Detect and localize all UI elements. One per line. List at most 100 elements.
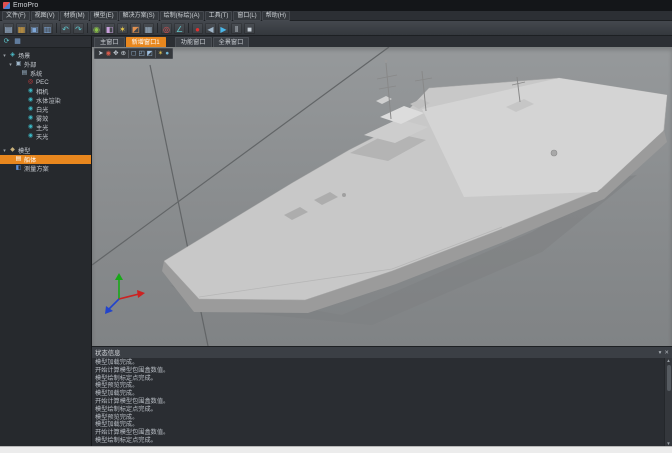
mast-crossbar-2 — [379, 86, 396, 89]
new-file-icon[interactable]: ▤ — [3, 23, 14, 34]
log-line-1: 开始计算模型包围盒数值。 — [95, 367, 661, 375]
log-line-0: 模型加载完成。 — [95, 359, 661, 367]
tree-item-8[interactable]: ◉主光 — [0, 123, 91, 132]
project-panel-toolbar: ⟳▦ — [0, 36, 91, 48]
target-icon[interactable]: ◎ — [161, 23, 172, 34]
log-line-5: 开始计算模型包围盒数值。 — [95, 398, 661, 406]
light-icon[interactable]: ✶ — [117, 23, 128, 34]
toolbar-separator — [155, 50, 156, 58]
collapse-panel-icon[interactable]: ▾ — [659, 350, 662, 356]
tree-item-label: 场景 — [18, 51, 30, 60]
foredeck-fitting — [342, 193, 346, 197]
zoom-tool-icon[interactable]: ⊕ — [121, 49, 126, 59]
log-scrollbar[interactable]: ▲ ▼ — [664, 358, 672, 446]
model-icon[interactable]: ◧ — [104, 23, 115, 34]
material-icon[interactable]: ◩ — [130, 23, 141, 34]
camera-icon[interactable]: ◉ — [91, 23, 102, 34]
log-line-9: 开始计算模型包围盒数值。 — [95, 429, 661, 437]
grid-icon[interactable]: ▦ — [143, 23, 154, 34]
menu-item-0[interactable]: 文件(F) — [2, 11, 30, 21]
tree-item-9[interactable]: ◉天光 — [0, 132, 91, 141]
pause-icon[interactable]: ‖ — [231, 23, 242, 34]
menu-item-6[interactable]: 工具(T) — [205, 11, 233, 21]
menu-item-2[interactable]: 材质(M) — [60, 11, 89, 21]
filter-icon[interactable]: ▦ — [13, 37, 22, 46]
tree-item-5[interactable]: ◉水体渲染 — [0, 96, 91, 105]
skylight-node-icon: ◉ — [27, 133, 34, 140]
log-line-2: 模型绘制标定点完成。 — [95, 375, 661, 383]
menu-item-5[interactable]: 绘制(标绘)(A) — [160, 11, 204, 21]
mast-crossbar-3 — [415, 78, 432, 81]
axis-x-arrowhead — [137, 290, 145, 298]
expand-arrow-icon[interactable]: ▾ — [2, 53, 7, 59]
tab-3[interactable]: 全景窗口 — [213, 37, 250, 47]
tab-0[interactable]: 主窗口 — [94, 37, 125, 47]
play-icon[interactable]: ▶ — [218, 23, 229, 34]
scroll-down-icon[interactable]: ▼ — [666, 441, 670, 446]
stop-icon[interactable]: ■ — [244, 23, 255, 34]
tree-item-label: 雾效 — [36, 114, 48, 123]
tree-item-label: 天光 — [36, 132, 48, 141]
select-tool-icon[interactable]: ➤ — [98, 49, 103, 59]
tree-item-label: 测量方案 — [24, 164, 49, 173]
refresh-icon[interactable]: ⟳ — [2, 37, 11, 46]
tree-item-3[interactable]: ◎PEC — [0, 78, 91, 87]
step-back-icon[interactable]: ◀ — [205, 23, 216, 34]
system-icon: ▤ — [21, 70, 28, 77]
view-top-icon[interactable]: ◰ — [138, 49, 144, 59]
render-mode-icon[interactable]: ● — [165, 49, 169, 59]
tree-item-7[interactable]: ◉雾效 — [0, 114, 91, 123]
title-bar: EmoPro — [0, 0, 672, 11]
expand-arrow-icon[interactable]: ▾ — [8, 62, 13, 68]
view-front-icon[interactable]: ◻ — [131, 49, 136, 59]
status-panel-title: 状态信息 — [95, 348, 121, 357]
group-icon: ▣ — [15, 61, 22, 68]
menu-item-3[interactable]: 模型(E) — [90, 11, 118, 21]
open-file-icon[interactable]: ▦ — [16, 23, 27, 34]
tab-2[interactable]: 功能窗口 — [175, 37, 212, 47]
save-icon[interactable]: ▣ — [29, 23, 40, 34]
scrollbar-thumb[interactable] — [667, 365, 671, 391]
log-line-8: 模型加载完成。 — [95, 421, 661, 429]
tree-item-label: PEC — [36, 79, 49, 86]
redo-icon[interactable]: ↷ — [73, 23, 84, 34]
main-toolbar: ▤▦▣▥↶↷◉◧✶◩▦◎∠●◀▶‖■ — [0, 21, 672, 36]
axis-gizmo — [105, 273, 145, 314]
pan-tool-icon[interactable]: ✥ — [113, 49, 118, 59]
close-panel-icon[interactable]: ✕ — [664, 350, 669, 356]
undo-icon[interactable]: ↶ — [60, 23, 71, 34]
measure-icon[interactable]: ∠ — [174, 23, 185, 34]
camera-reset-icon[interactable]: ◉ — [105, 49, 111, 59]
tree-item-label: 相机 — [36, 87, 48, 96]
status-panel-header: 状态信息 ▾ ✕ — [92, 347, 672, 358]
tab-1[interactable]: 新增窗口1 — [126, 37, 166, 47]
water-node-icon: ◉ — [27, 97, 34, 104]
viewport-3d[interactable]: ➤◉✥⊕ ◻◰◩ ✶● — [92, 47, 672, 346]
menu-item-8[interactable]: 帮助(H) — [262, 11, 290, 21]
tree-item-6[interactable]: ◉白光 — [0, 105, 91, 114]
tree-item-0[interactable]: ▾◈场景 — [0, 51, 91, 60]
fog-node-icon: ◉ — [27, 115, 34, 122]
scroll-up-icon[interactable]: ▲ — [666, 358, 670, 363]
sun-light-icon[interactable]: ✶ — [158, 49, 163, 59]
menu-item-7[interactable]: 窗口(L) — [233, 11, 260, 21]
view-perspective-icon[interactable]: ◩ — [147, 49, 153, 59]
menu-item-4[interactable]: 解决方案(S) — [119, 11, 159, 21]
tree-item-12[interactable]: ◧测量方案 — [0, 164, 91, 173]
record-icon[interactable]: ● — [192, 23, 203, 34]
tree-item-10[interactable]: ▾◆模型 — [0, 146, 91, 155]
project-tree: ▾◈场景▾▣外部▤系统◎PEC◉相机◉水体渲染◉白光◉雾效◉主光◉天光▾◆模型▤… — [0, 48, 91, 446]
tree-item-2[interactable]: ▤系统 — [0, 69, 91, 78]
log-line-10: 模型绘制标定点完成。 — [95, 437, 661, 445]
expand-arrow-icon[interactable]: ▾ — [2, 148, 7, 154]
log-line-7: 模型预览完成。 — [95, 414, 661, 422]
axis-y-arrowhead — [115, 273, 123, 280]
save-all-icon[interactable]: ▥ — [42, 23, 53, 34]
tree-item-4[interactable]: ◉相机 — [0, 87, 91, 96]
tree-item-1[interactable]: ▾▣外部 — [0, 60, 91, 69]
pec-node-icon: ◎ — [27, 79, 34, 86]
menu-item-1[interactable]: 视图(V) — [31, 11, 59, 21]
tree-item-11[interactable]: ▤船体 — [0, 155, 91, 164]
menu-bar: 文件(F)视图(V)材质(M)模型(E)解决方案(S)绘制(标绘)(A)工具(T… — [0, 11, 672, 21]
model-group-icon: ◆ — [9, 147, 16, 154]
